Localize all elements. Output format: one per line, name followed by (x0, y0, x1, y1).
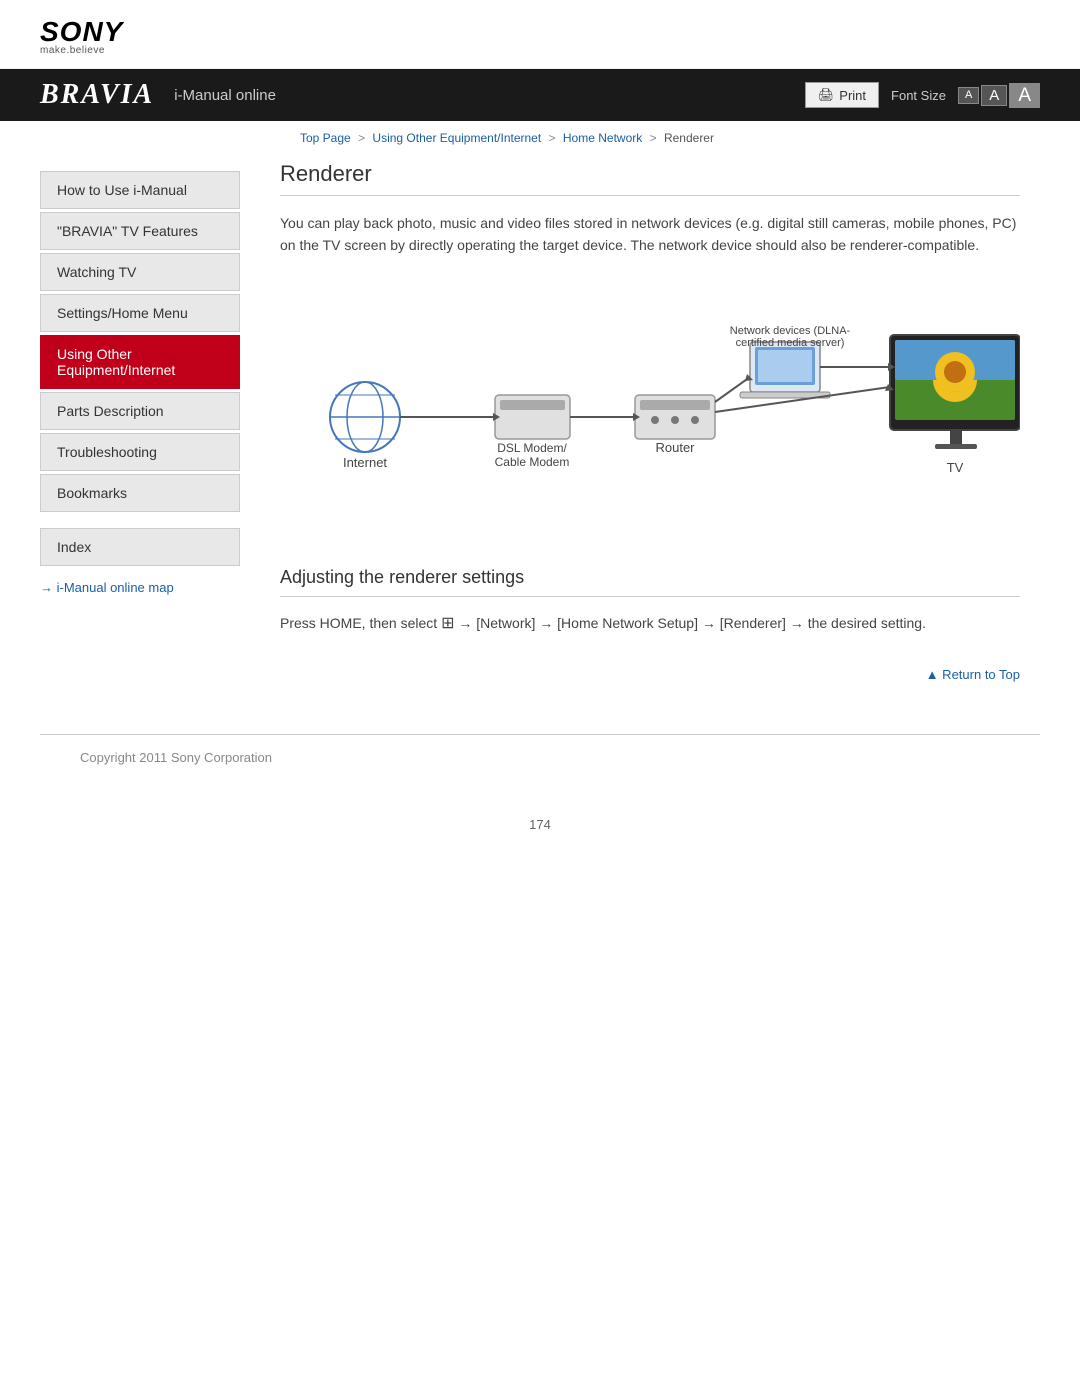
font-medium-button[interactable]: A (981, 85, 1007, 106)
font-size-label: Font Size (891, 88, 946, 103)
sidebar-item-settings[interactable]: Settings/Home Menu (40, 294, 240, 332)
sidebar-index[interactable]: Index (40, 528, 240, 566)
sidebar-item-using-other[interactable]: Using Other Equipment/Internet (40, 335, 240, 389)
breadcrumb-sep3: > (650, 131, 657, 145)
content-area: Renderer You can play back photo, music … (240, 151, 1080, 714)
print-label: Print (839, 88, 866, 103)
svg-text:Network devices (DLNA-: Network devices (DLNA- (730, 325, 851, 337)
intro-text: You can play back photo, music and video… (280, 212, 1020, 257)
print-icon: 🖨 (818, 87, 835, 103)
bravia-banner: BRAVIA i-Manual online 🖨 Print Font Size… (0, 69, 1080, 121)
page-title: Renderer (280, 161, 1020, 196)
copyright-text: Copyright 2011 Sony Corporation (40, 750, 272, 765)
breadcrumb: Top Page > Using Other Equipment/Interne… (0, 121, 1080, 151)
font-size-controls: A A A (958, 83, 1040, 108)
breadcrumb-top-page[interactable]: Top Page (300, 131, 351, 145)
svg-text:Cable Modem: Cable Modem (495, 455, 570, 469)
top-bar: SONY make.believe (0, 0, 1080, 69)
breadcrumb-using-other[interactable]: Using Other Equipment/Internet (372, 131, 541, 145)
svg-text:certified media server): certified media server) (736, 337, 845, 349)
bravia-subtitle: i-Manual online (174, 87, 276, 104)
sidebar-item-bravia-features[interactable]: "BRAVIA" TV Features (40, 212, 240, 250)
breadcrumb-home-network[interactable]: Home Network (563, 131, 642, 145)
footer-divider: Copyright 2011 Sony Corporation (40, 734, 1040, 807)
network-diagram: Internet DSL Modem/ Cable Modem Router (280, 277, 1020, 537)
section-title: Adjusting the renderer settings (280, 567, 1020, 597)
sidebar-item-parts[interactable]: Parts Description (40, 392, 240, 430)
sidebar-item-watching-tv[interactable]: Watching TV (40, 253, 240, 291)
sidebar-item-how-to-use[interactable]: How to Use i-Manual (40, 171, 240, 209)
instruction-text: Press HOME, then select ⊞ → [Network] → … (280, 611, 1020, 637)
sidebar: How to Use i-Manual "BRAVIA" TV Features… (0, 151, 240, 714)
bravia-left: BRAVIA i-Manual online (40, 79, 276, 111)
sidebar-map-link[interactable]: → i-Manual online map (40, 580, 240, 595)
bravia-title: BRAVIA (40, 79, 154, 111)
svg-text:Router: Router (655, 440, 695, 455)
svg-text:TV: TV (947, 460, 964, 475)
print-button[interactable]: 🖨 Print (805, 82, 879, 108)
font-small-button[interactable]: A (958, 87, 979, 104)
sidebar-item-bookmarks[interactable]: Bookmarks (40, 474, 240, 512)
bravia-right: 🖨 Print Font Size A A A (805, 82, 1040, 108)
sony-logo: SONY make.believe (40, 18, 1040, 56)
breadcrumb-current: Renderer (664, 131, 714, 145)
sidebar-item-troubleshooting[interactable]: Troubleshooting (40, 433, 240, 471)
breadcrumb-sep1: > (358, 131, 365, 145)
svg-text:DSL Modem/: DSL Modem/ (497, 441, 567, 455)
main-container: How to Use i-Manual "BRAVIA" TV Features… (0, 151, 1080, 714)
return-to-top-link[interactable]: ▲ Return to Top (926, 667, 1020, 682)
sony-name: SONY (40, 18, 1040, 46)
font-large-button[interactable]: A (1009, 83, 1040, 108)
sony-tagline: make.believe (40, 46, 1040, 56)
return-to-top-container: ▲ Return to Top (280, 656, 1020, 684)
svg-text:Internet: Internet (343, 455, 387, 470)
page-number: 174 (0, 807, 1080, 852)
breadcrumb-sep2: > (549, 131, 556, 145)
